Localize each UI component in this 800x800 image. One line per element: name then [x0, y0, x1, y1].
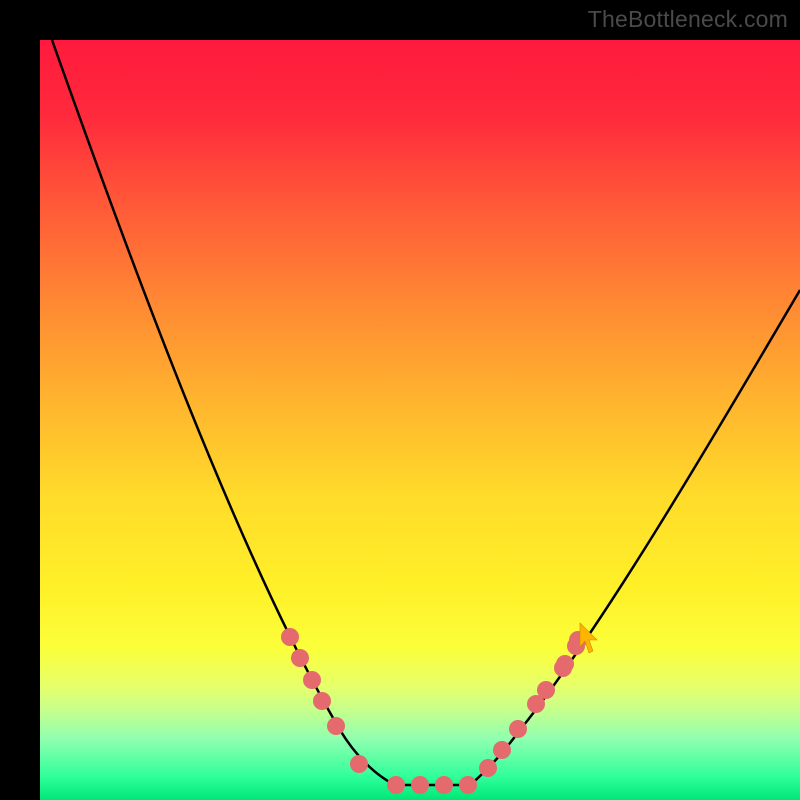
bead: [493, 741, 511, 759]
right-curve: [470, 290, 800, 785]
bead: [303, 671, 321, 689]
bead: [281, 628, 299, 646]
bead: [313, 692, 331, 710]
chart-area: [40, 40, 800, 800]
left-curve: [52, 40, 395, 785]
curve-beads: [281, 628, 587, 794]
bead: [537, 681, 555, 699]
bead: [435, 776, 453, 794]
bead: [509, 720, 527, 738]
watermark-text: TheBottleneck.com: [588, 6, 788, 33]
bead: [479, 759, 497, 777]
bead: [387, 776, 405, 794]
bead: [459, 776, 477, 794]
bead: [291, 649, 309, 667]
bead: [327, 717, 345, 735]
bead: [350, 755, 368, 773]
bead: [411, 776, 429, 794]
chart-svg: [40, 40, 800, 800]
bead: [556, 655, 574, 673]
